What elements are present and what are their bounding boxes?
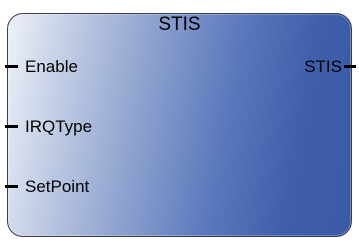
input-pin-setpoint[interactable]: [5, 185, 18, 188]
function-block-canvas: STIS Enable IRQType SetPoint STIS: [0, 0, 359, 242]
input-pin-irqtype[interactable]: [5, 125, 18, 128]
output-pin-stis[interactable]: [344, 65, 356, 68]
output-label-stis: STIS: [304, 57, 342, 76]
block-title: STIS: [158, 14, 201, 35]
input-pin-enable[interactable]: [5, 65, 18, 68]
input-label-setpoint: SetPoint: [25, 177, 90, 196]
input-label-enable: Enable: [25, 57, 78, 76]
input-label-irqtype: IRQType: [25, 117, 93, 136]
